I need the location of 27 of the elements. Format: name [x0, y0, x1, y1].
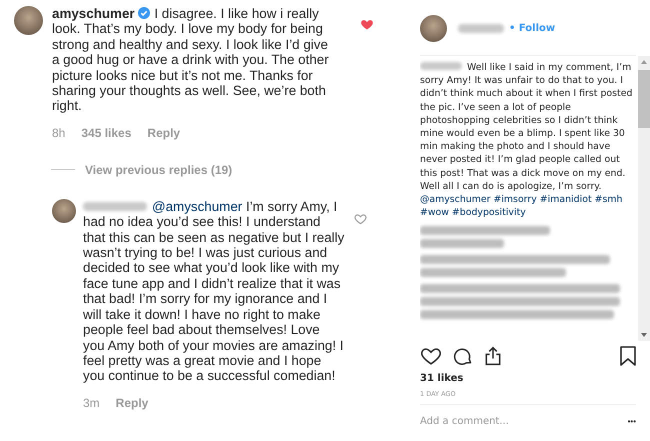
comment-text: amyschumer I disagree. I like how i really look. That’s my body. I love my body for being strong and healthy and sexy. I look like I’d give a good hug or have a drink with you. The other picture looks nice but it’s not me. Thanks for sharing your thoughts as well. See, we’re both right.: [52, 6, 330, 114]
hashtag-link[interactable]: @amyschumer: [420, 194, 490, 206]
avatar[interactable]: [14, 6, 43, 35]
hashtag-link[interactable]: #smh: [594, 194, 622, 206]
scrollbar-thumb[interactable]: [638, 70, 650, 128]
caption-text: Well like I said in my comment, I’m sorry Amy! It was unfair to do that to you. I didn’t think much about it when I first posted the pic. I’ve seen a lot of people photoshopping celebrities so I didn’t think mine would even be a blimp. I spent like 30 min making the photo and I should have never posted it! I’m glad people called out this post! That was a dick move on my end. Well all I can do is apologize, I’m sorry. @amyschumer #imsorry #imanidiot #smh #wow #bodypositivity: [420, 61, 634, 220]
comment-time: 3m: [83, 396, 100, 410]
blurred-username: [83, 202, 147, 211]
avatar[interactable]: [420, 14, 447, 42]
scrollbar[interactable]: [638, 56, 650, 341]
hashtag-link[interactable]: #imanidiot: [540, 194, 592, 206]
comment-time: 8h: [52, 126, 66, 140]
blurred-username: [458, 24, 504, 32]
scroll-down-arrow-icon[interactable]: [641, 333, 647, 337]
heart-icon[interactable]: [420, 346, 442, 366]
more-options-button[interactable]: •••: [628, 417, 636, 426]
hashtag-link[interactable]: #bodypositivity: [452, 207, 526, 218]
comment-text: @amyschumer I’m sorry Amy, I had no idea you’d see this! I understand that this can be seen as negative but I really wasn’t trying to be! I was just curious and decided to see what you’d look like with my face tune app and I didn’t realize that it was that bad! I’m sorry for my ignorance and I will take it down! I have no right to make people feel bad about themselves! Love you Amy both of your movies are amazing! I feel pretty was a great movie and I hope you continue to be a successful comedian!: [83, 198, 345, 384]
likes-count: 31 likes: [420, 373, 464, 384]
hashtag-link[interactable]: #wow: [420, 207, 449, 218]
speech-bubble-icon[interactable]: [453, 346, 473, 366]
bookmark-icon[interactable]: [620, 346, 636, 366]
mention-link[interactable]: @amyschumer: [152, 198, 242, 214]
share-icon[interactable]: [484, 346, 502, 366]
blurred-username: [420, 62, 462, 70]
hashtag-link[interactable]: #imsorry: [493, 194, 537, 206]
avatar[interactable]: [52, 198, 76, 223]
